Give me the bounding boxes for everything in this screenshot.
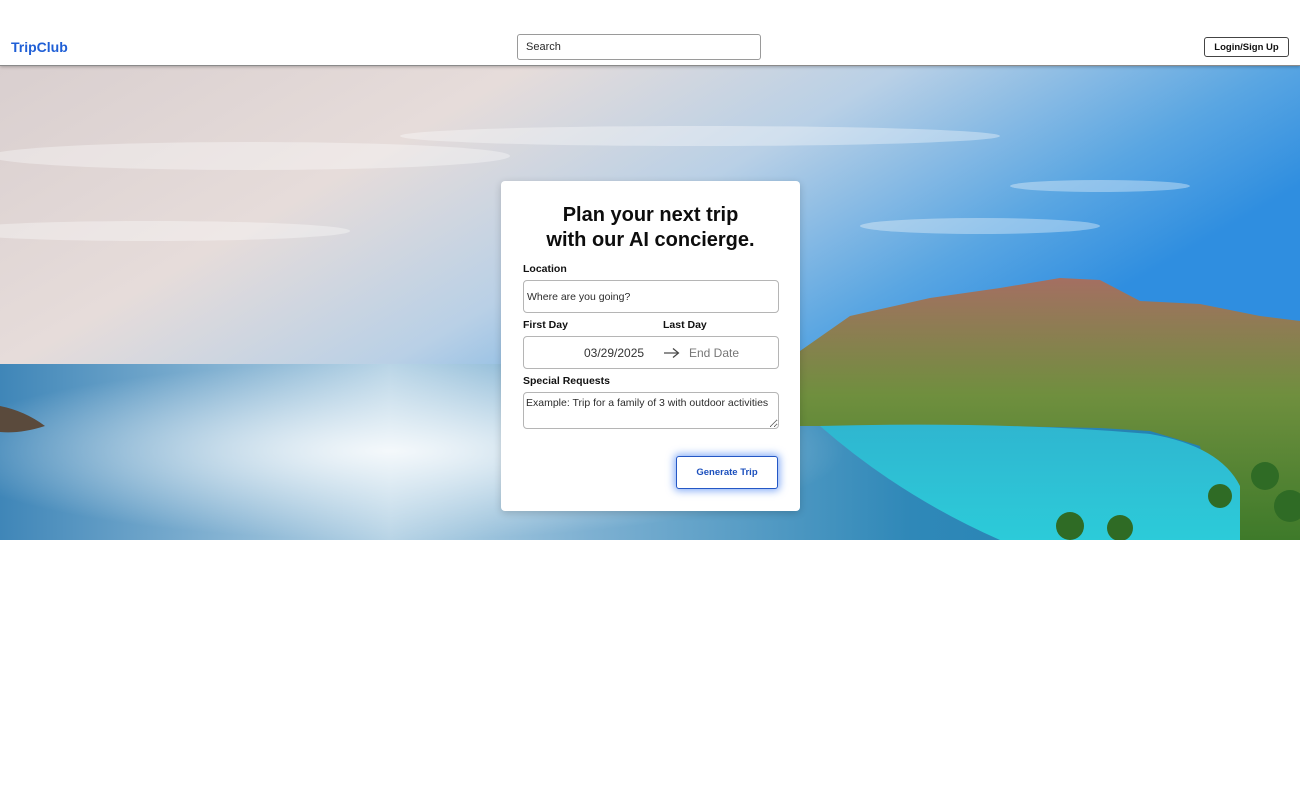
top-navigation-bar: TripClub Login/Sign Up: [0, 0, 1300, 66]
planner-title-line1: Plan your next trip: [562, 204, 739, 226]
special-requests-textarea[interactable]: [523, 392, 779, 429]
brand-logo[interactable]: TripClub: [11, 39, 68, 55]
planner-title: Plan your next trip with our AI concierg…: [501, 203, 800, 253]
arrow-right-icon: [664, 347, 680, 362]
end-date-placeholder[interactable]: End Date: [689, 346, 739, 360]
date-range-picker[interactable]: 03/29/2025 End Date: [523, 336, 779, 369]
search-input[interactable]: [517, 34, 761, 60]
last-day-label: Last Day: [663, 319, 707, 331]
planner-title-line2: with our AI concierge.: [546, 229, 755, 251]
login-signup-button[interactable]: Login/Sign Up: [1204, 37, 1289, 57]
first-day-label: First Day: [523, 319, 568, 331]
generate-trip-button[interactable]: Generate Trip: [676, 456, 778, 489]
special-requests-label: Special Requests: [523, 375, 610, 387]
location-label: Location: [523, 263, 567, 275]
trip-planner-card: Plan your next trip with our AI concierg…: [501, 181, 800, 511]
location-input[interactable]: [523, 280, 779, 313]
start-date-value[interactable]: 03/29/2025: [584, 346, 644, 360]
